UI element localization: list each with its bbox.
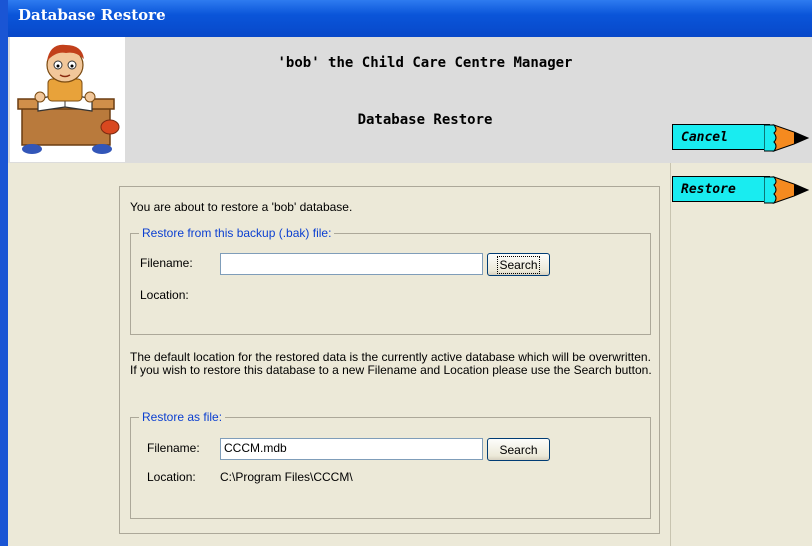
backup-filename-label: Filename: xyxy=(140,256,193,270)
backup-search-button[interactable]: Search xyxy=(487,253,550,276)
logo xyxy=(10,37,125,162)
restore-as-legend: Restore as file: xyxy=(139,410,226,424)
cancel-button[interactable]: Cancel xyxy=(672,124,812,152)
restore-as-search-button-label: Search xyxy=(499,443,538,457)
child-reading-logo-icon xyxy=(17,44,120,154)
restore-as-location-label: Location: xyxy=(147,470,196,484)
restore-button[interactable]: Restore xyxy=(672,176,812,204)
title-bar[interactable]: Database Restore xyxy=(0,0,812,37)
backup-file-group: Restore from this backup (.bak) file: Fi… xyxy=(130,226,651,335)
action-panel xyxy=(670,163,812,546)
cancel-button-label: Cancel xyxy=(672,124,770,150)
info-text: The default location for the restored da… xyxy=(130,350,652,377)
restore-as-filename-label: Filename: xyxy=(147,441,200,455)
backup-filename-input[interactable] xyxy=(220,253,483,275)
backup-location-label: Location: xyxy=(140,288,189,302)
backup-file-legend: Restore from this backup (.bak) file: xyxy=(139,226,335,240)
pencil-tip-icon xyxy=(764,176,810,204)
screen-title: Database Restore xyxy=(357,112,493,128)
backup-search-button-label: Search xyxy=(497,256,540,274)
app-title: 'bob' the Child Care Centre Manager xyxy=(277,55,573,71)
window-left-border xyxy=(0,0,8,546)
intro-text: You are about to restore a 'bob' databas… xyxy=(130,200,353,214)
window-title: Database Restore xyxy=(18,6,166,24)
restore-as-group: Restore as file: Filename: CCCM.mdb Sear… xyxy=(130,410,651,519)
restore-as-location-value: C:\Program Files\CCCM\ xyxy=(220,470,353,484)
restore-as-filename-input[interactable]: CCCM.mdb xyxy=(220,438,483,460)
pencil-tip-icon xyxy=(764,124,810,152)
restore-button-label: Restore xyxy=(672,176,770,202)
restore-form: You are about to restore a 'bob' databas… xyxy=(119,186,660,534)
restore-as-search-button[interactable]: Search xyxy=(487,438,550,461)
